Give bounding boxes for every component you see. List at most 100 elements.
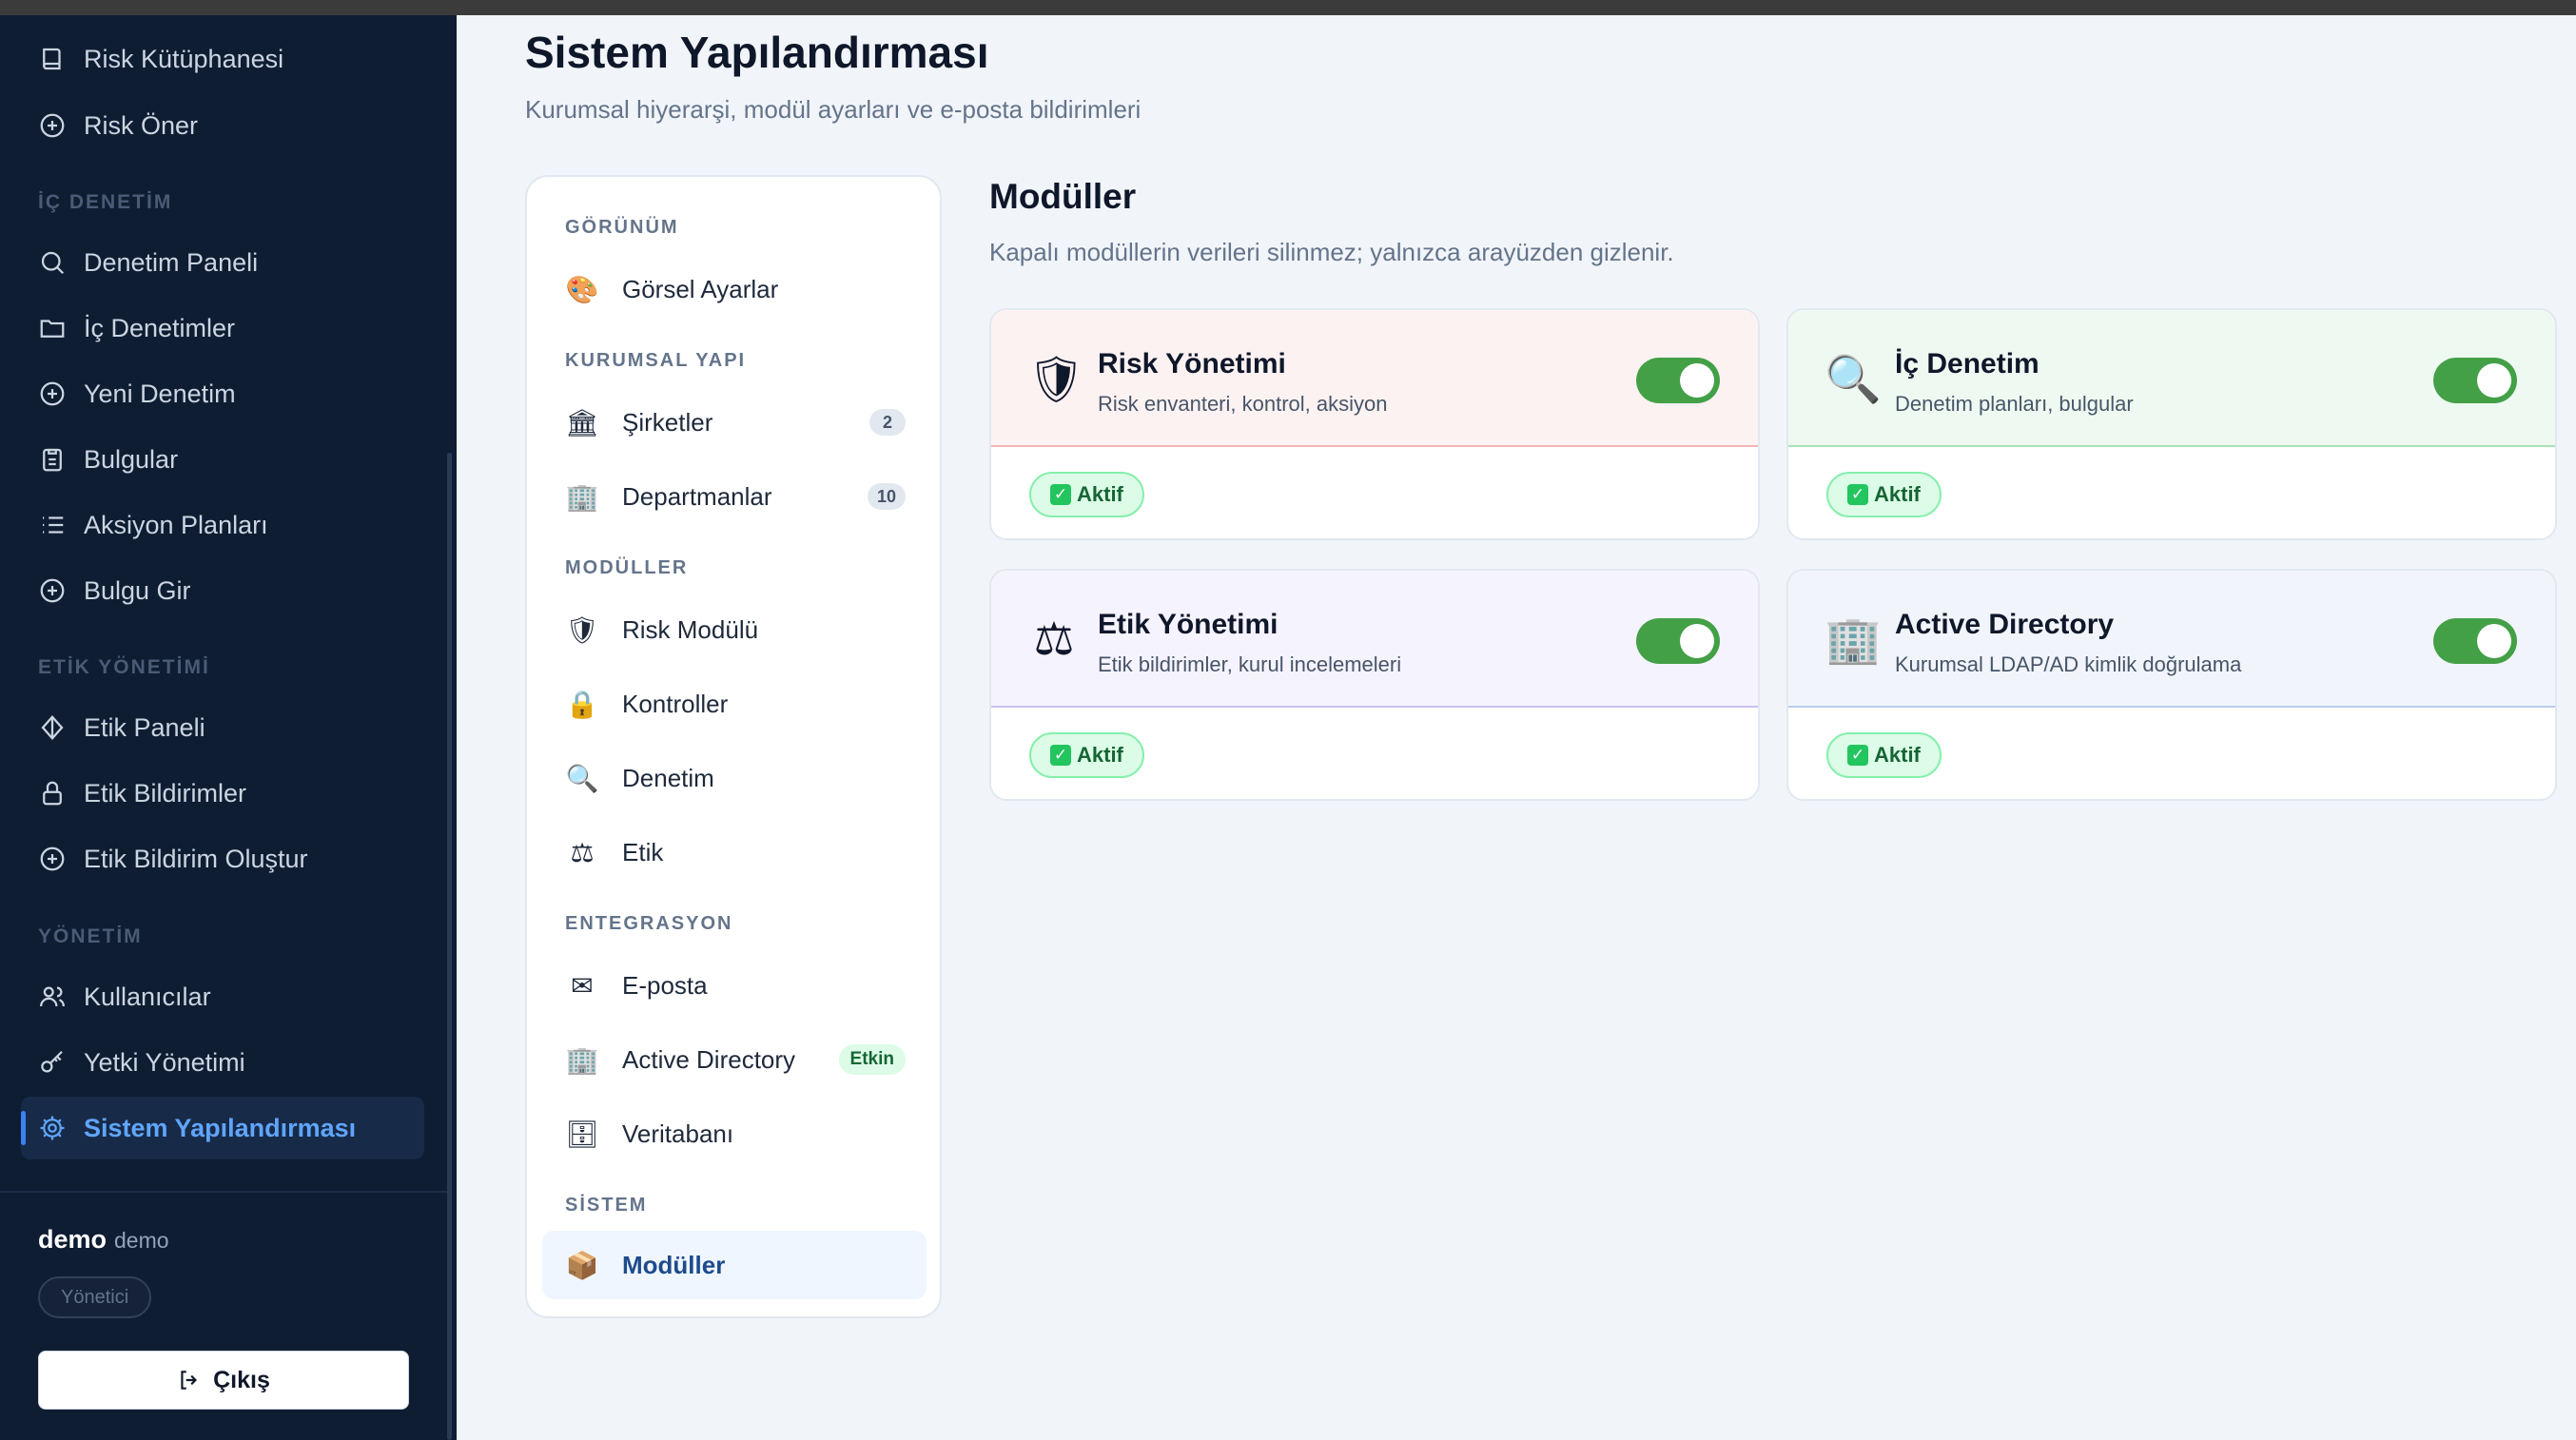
sidebar-section-yonetim: YÖNETİM [38, 925, 143, 947]
shield-icon: 🛡 [1027, 353, 1085, 406]
shield-icon: 🛡 [565, 613, 599, 646]
sidebar-section-etik: ETİK YÖNETİMİ [38, 656, 210, 678]
nav-item-active-directory[interactable]: 🏢 Active Directory Etkin [542, 1025, 927, 1094]
sidebar-active-indicator [21, 1111, 26, 1145]
sidebar-item-label: İç Denetimler [84, 313, 236, 342]
sidebar-item-etik-bildirim-olustur[interactable]: Etik Bildirim Oluştur [38, 830, 308, 887]
check-icon: ✓ [1847, 745, 1868, 766]
magnifier-icon: 🔍 [1825, 353, 1882, 406]
module-card-risk: 🛡 Risk Yönetimi Risk envanteri, kontrol,… [989, 308, 1760, 540]
logout-icon [181, 1371, 198, 1390]
lock-icon [43, 781, 62, 806]
check-icon: ✓ [1847, 484, 1868, 505]
nav-item-denetim[interactable]: 🔍 Denetim [542, 744, 927, 812]
status-label: Aktif [1077, 482, 1123, 506]
user-info: demo demo [38, 1225, 169, 1255]
card-title: İç Denetim [1895, 348, 2039, 379]
magnifier-icon: 🔍 [565, 762, 599, 794]
nav-item-label: Denetim [622, 763, 714, 792]
module-card-etik: ⚖ Etik Yönetimi Etik bildirimler, kurul … [989, 569, 1760, 801]
sidebar-item-label: Aksiyon Planları [84, 510, 268, 539]
nav-item-kontroller[interactable]: 🔒 Kontroller [542, 670, 927, 738]
sidebar-item-yeni-denetim[interactable]: Yeni Denetim [38, 365, 236, 422]
role-badge: Yönetici [38, 1276, 152, 1318]
page-subtitle: Kurumsal hiyerarşi, modül ayarları ve e-… [525, 95, 1142, 124]
clipboard-icon [43, 448, 62, 472]
diamond-icon [41, 715, 64, 740]
file-cabinet-icon: 🗄 [565, 1118, 599, 1150]
package-icon: 📦 [565, 1249, 599, 1281]
sidebar-item-sistem-yapilandirmasi[interactable]: Sistem Yapılandırması [38, 1099, 356, 1157]
sidebar-item-label: Yeni Denetim [84, 379, 236, 408]
section-subtitle: Kapalı modüllerin verileri silinmez; yal… [989, 238, 1674, 266]
sidebar-item-label: Bulgu Gir [84, 575, 191, 605]
nav-item-departmanlar[interactable]: 🏢 Departmanlar 10 [542, 462, 927, 531]
nav-section-kurumsal: KURUMSAL YAPI [565, 350, 747, 371]
sidebar-item-risk-oner[interactable]: Risk Öner [38, 97, 198, 154]
sidebar-item-label: Kullanıcılar [84, 982, 211, 1011]
status-badge: Etkin [838, 1044, 906, 1075]
office-building-icon: 🏢 [565, 1043, 599, 1076]
module-toggle[interactable] [2433, 618, 2517, 664]
nav-item-etik[interactable]: ⚖ Etik [542, 818, 927, 886]
nav-item-moduller[interactable]: 📦 Modüller [542, 1231, 927, 1299]
scales-icon: ⚖ [570, 836, 595, 868]
sidebar-item-yetki-yonetimi[interactable]: Yetki Yönetimi [38, 1034, 245, 1091]
logout-label: Çıkış [213, 1366, 270, 1393]
module-toggle[interactable] [1636, 358, 1720, 403]
sidebar-section-ic-denetim: İÇ DENETİM [38, 191, 173, 213]
sidebar: Risk Kütüphanesi Risk Öner İÇ DENETİM De… [0, 15, 457, 1440]
gear-icon [40, 1116, 65, 1140]
sidebar-item-label: Etik Bildirimler [84, 778, 247, 808]
sidebar-item-etik-paneli[interactable]: Etik Paneli [38, 699, 205, 756]
module-toggle[interactable] [2433, 358, 2517, 403]
sidebar-item-etik-bildirimler[interactable]: Etik Bildirimler [38, 765, 246, 822]
sidebar-item-ic-denetimler[interactable]: İç Denetimler [38, 300, 235, 357]
sidebar-item-aksiyon-planlari[interactable]: Aksiyon Planları [38, 496, 268, 554]
nav-item-eposta[interactable]: ✉ E-posta [542, 951, 927, 1020]
sidebar-item-label: Etik Paneli [84, 712, 205, 742]
nav-item-label: Active Directory [622, 1044, 796, 1074]
nav-item-veritabani[interactable]: 🗄 Veritabanı [542, 1099, 927, 1168]
sidebar-item-risk-kutuphanesi[interactable]: Risk Kütüphanesi [38, 30, 283, 88]
users-icon [40, 986, 66, 1007]
nav-item-label: Modüller [622, 1250, 726, 1279]
count-badge: 10 [867, 483, 906, 510]
count-badge: 2 [869, 409, 906, 436]
page-title: Sistem Yapılandırması [525, 28, 989, 77]
sidebar-item-label: Sistem Yapılandırması [84, 1113, 357, 1142]
sidebar-item-label: Denetim Paneli [84, 247, 259, 277]
palette-icon: 🎨 [565, 273, 599, 305]
module-toggle[interactable] [1636, 618, 1720, 664]
sidebar-item-label: Yetki Yönetimi [84, 1047, 245, 1077]
nav-section-gorunum: GÖRÜNÜM [565, 217, 679, 238]
nav-item-sirketler[interactable]: 🏛 Şirketler 2 [542, 388, 927, 457]
nav-item-risk-modulu[interactable]: 🛡 Risk Modülü [542, 595, 927, 664]
nav-item-label: Kontroller [622, 689, 729, 718]
sidebar-item-label: Bulgular [84, 444, 179, 474]
sidebar-item-kullanicilar[interactable]: Kullanıcılar [38, 968, 211, 1025]
sidebar-item-label: Risk Kütüphanesi [84, 44, 284, 73]
nav-item-gorsel-ayarlar[interactable]: 🎨 Görsel Ayarlar [542, 255, 927, 323]
sidebar-divider [0, 1191, 447, 1193]
toggle-knob [1680, 363, 1714, 398]
nav-item-label: Veritabanı [622, 1119, 734, 1148]
sidebar-scrollbar[interactable] [447, 453, 452, 1440]
status-label: Aktif [1874, 482, 1921, 506]
building-columns-icon: 🏛 [565, 406, 599, 438]
sidebar-item-bulgular[interactable]: Bulgular [38, 431, 178, 488]
sidebar-item-label: Etik Bildirim Oluştur [84, 844, 308, 873]
user-username: demo [114, 1228, 169, 1253]
status-label: Aktif [1874, 743, 1921, 767]
sidebar-item-label: Risk Öner [84, 110, 199, 140]
office-building-icon: 🏢 [565, 480, 599, 513]
card-description: Kurumsal LDAP/AD kimlik doğrulama [1895, 652, 2242, 676]
logout-button[interactable]: Çıkış [38, 1351, 409, 1410]
sidebar-item-bulgu-gir[interactable]: Bulgu Gir [38, 562, 191, 619]
folder-icon [40, 320, 65, 338]
card-description: Risk envanteri, kontrol, aksiyon [1098, 392, 1388, 416]
sidebar-item-denetim-paneli[interactable]: Denetim Paneli [38, 234, 258, 291]
user-name: demo [38, 1225, 107, 1254]
list-icon [43, 516, 64, 534]
office-building-icon: 🏢 [1825, 613, 1882, 667]
